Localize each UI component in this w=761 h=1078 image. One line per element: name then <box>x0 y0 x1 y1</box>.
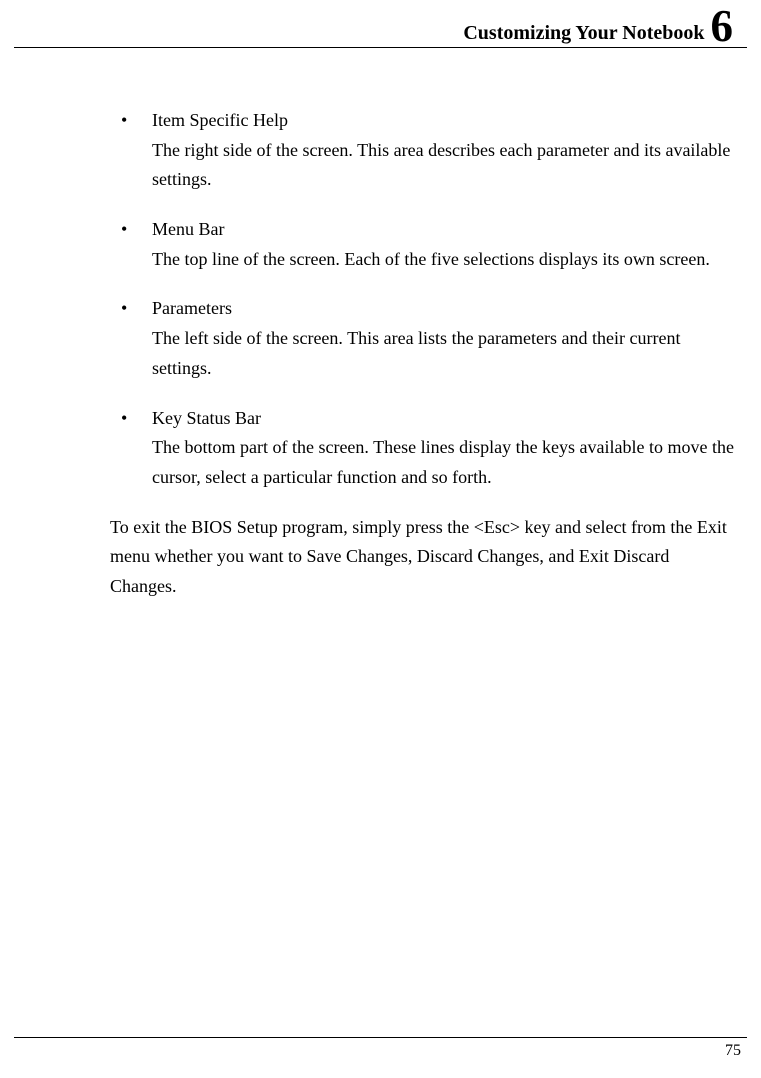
bullet-description: The top line of the screen. Each of the … <box>152 245 741 275</box>
exit-paragraph: To exit the BIOS Setup program, simply p… <box>110 513 741 602</box>
page-footer: 75 <box>14 1037 747 1060</box>
list-item: • Key Status Bar The bottom part of the … <box>110 404 741 493</box>
list-item: • Item Specific Help The right side of t… <box>110 106 741 195</box>
bullet-icon: • <box>121 294 127 324</box>
bullet-description: The right side of the screen. This area … <box>152 136 741 195</box>
bullet-icon: • <box>121 106 127 136</box>
chapter-number: 6 <box>711 4 734 49</box>
bullet-title: Parameters <box>152 294 741 324</box>
header-title: Customizing Your Notebook <box>463 11 704 55</box>
bullet-title: Menu Bar <box>152 215 741 245</box>
bullet-title: Key Status Bar <box>152 404 741 434</box>
page-content: • Item Specific Help The right side of t… <box>0 48 761 602</box>
page-number: 75 <box>725 1042 741 1059</box>
page-header: Customizing Your Notebook 6 <box>14 0 747 48</box>
list-item: • Parameters The left side of the screen… <box>110 294 741 383</box>
page-container: Customizing Your Notebook 6 • Item Speci… <box>0 0 761 1078</box>
bullet-icon: • <box>121 404 127 434</box>
bullet-title: Item Specific Help <box>152 106 741 136</box>
bullet-description: The left side of the screen. This area l… <box>152 324 741 383</box>
bullet-list: • Item Specific Help The right side of t… <box>110 106 741 493</box>
bullet-description: The bottom part of the screen. These lin… <box>152 433 741 492</box>
list-item: • Menu Bar The top line of the screen. E… <box>110 215 741 274</box>
bullet-icon: • <box>121 215 127 245</box>
